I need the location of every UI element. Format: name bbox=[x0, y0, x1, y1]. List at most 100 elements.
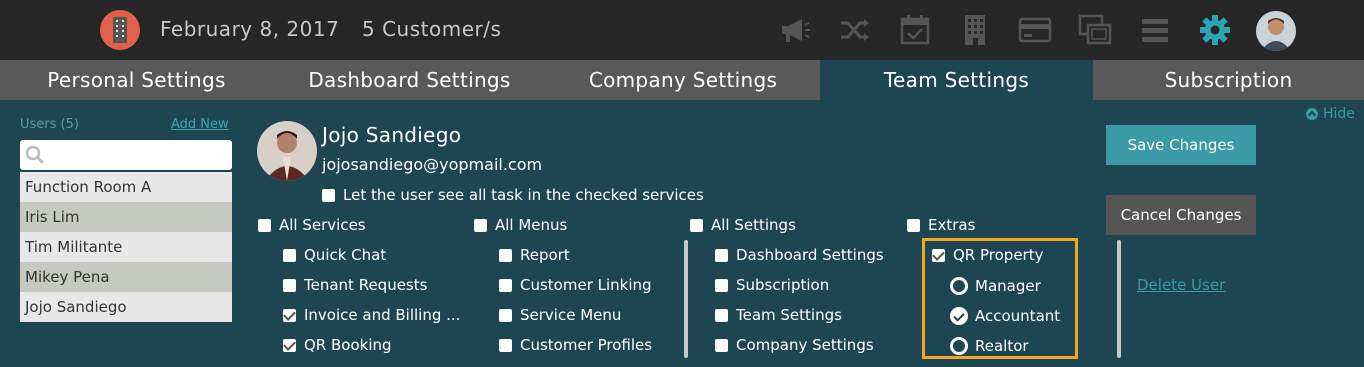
checkbox-box[interactable] bbox=[499, 278, 512, 292]
setting-subscription[interactable]: Subscription bbox=[715, 276, 829, 294]
delete-user-link[interactable]: Delete User bbox=[1137, 276, 1225, 294]
checkbox-label: All Menus bbox=[495, 216, 568, 234]
checkbox-box[interactable] bbox=[283, 278, 296, 292]
checkbox-box[interactable] bbox=[258, 218, 271, 232]
users-title: Users (5) bbox=[20, 117, 79, 132]
search-icon bbox=[25, 145, 44, 164]
see-all-tasks-checkbox[interactable]: Let the user see all task in the checked… bbox=[322, 186, 704, 204]
list-item[interactable]: Tim Militante bbox=[20, 232, 232, 262]
selected-user-email: jojosandiego@yopmail.com bbox=[322, 155, 543, 174]
menu-icon[interactable] bbox=[1138, 13, 1172, 47]
selected-user-name: Jojo Sandiego bbox=[322, 123, 462, 147]
user-list: Function Room A Iris Lim Tim Militante M… bbox=[20, 172, 232, 322]
checkbox-box[interactable] bbox=[322, 188, 335, 202]
megaphone-icon[interactable] bbox=[778, 13, 812, 47]
setting-company-settings[interactable]: Company Settings bbox=[715, 336, 874, 354]
service-invoice-billing[interactable]: Invoice and Billing ... bbox=[283, 306, 460, 324]
radio-button[interactable] bbox=[950, 277, 968, 295]
building-icon[interactable] bbox=[958, 13, 992, 47]
extras-checkbox[interactable]: Extras bbox=[907, 216, 975, 234]
all-settings-checkbox[interactable]: All Settings bbox=[690, 216, 796, 234]
checkbox-box[interactable] bbox=[690, 218, 703, 232]
shuffle-icon[interactable] bbox=[838, 13, 872, 47]
menu-customer-profiles[interactable]: Customer Profiles bbox=[499, 336, 652, 354]
checkbox-label: Customer Linking bbox=[520, 276, 652, 294]
selected-user-avatar bbox=[257, 121, 317, 181]
menus-scrollbar[interactable] bbox=[684, 240, 688, 358]
cancel-changes-button[interactable]: Cancel Changes bbox=[1106, 195, 1256, 235]
setting-dashboard-settings[interactable]: Dashboard Settings bbox=[715, 246, 884, 264]
role-realtor-radio[interactable]: Realtor bbox=[950, 337, 1029, 355]
logo-building-icon[interactable] bbox=[100, 10, 140, 50]
checkbox-label: Extras bbox=[928, 216, 976, 234]
see-all-tasks-label: Let the user see all task in the checked… bbox=[343, 186, 704, 204]
qr-property-checkbox[interactable]: QR Property bbox=[932, 246, 1043, 264]
hide-label: Hide bbox=[1323, 106, 1355, 122]
current-date: February 8, 2017 bbox=[160, 17, 340, 41]
radio-label: Manager bbox=[975, 277, 1041, 295]
top-bar: February 8, 2017 5 Customer/s bbox=[0, 0, 1364, 60]
extras-scrollbar[interactable] bbox=[1117, 240, 1121, 358]
tab-company-settings[interactable]: Company Settings bbox=[546, 60, 820, 100]
service-qr-booking[interactable]: QR Booking bbox=[283, 336, 392, 354]
menu-customer-linking[interactable]: Customer Linking bbox=[499, 276, 652, 294]
checkbox-label: Company Settings bbox=[736, 336, 874, 354]
menu-service-menu[interactable]: Service Menu bbox=[499, 306, 621, 324]
checkbox-box[interactable] bbox=[474, 218, 487, 232]
settings-tabs: Personal Settings Dashboard Settings Com… bbox=[0, 60, 1364, 100]
setting-team-settings[interactable]: Team Settings bbox=[715, 306, 842, 324]
radio-label: Accountant bbox=[975, 307, 1061, 325]
checkbox-box[interactable] bbox=[715, 248, 728, 262]
calendar-check-icon[interactable] bbox=[898, 13, 932, 47]
list-item[interactable]: Mikey Pena bbox=[20, 262, 232, 292]
tab-dashboard-settings[interactable]: Dashboard Settings bbox=[273, 60, 546, 100]
checkbox-label: Team Settings bbox=[736, 306, 842, 324]
gear-icon[interactable] bbox=[1198, 13, 1232, 47]
add-new-link[interactable]: Add New bbox=[171, 117, 229, 132]
tab-personal-settings[interactable]: Personal Settings bbox=[0, 60, 273, 100]
checkbox-label: Subscription bbox=[736, 276, 830, 294]
list-item[interactable]: Jojo Sandiego bbox=[20, 292, 232, 322]
checkbox-box[interactable] bbox=[283, 338, 296, 352]
checkbox-box[interactable] bbox=[715, 308, 728, 322]
service-quick-chat[interactable]: Quick Chat bbox=[283, 246, 386, 264]
list-item[interactable]: Iris Lim bbox=[20, 202, 232, 232]
radio-label: Realtor bbox=[975, 337, 1029, 355]
save-changes-button[interactable]: Save Changes bbox=[1106, 125, 1256, 165]
user-search-input[interactable] bbox=[20, 140, 232, 170]
checkbox-label: Report bbox=[520, 246, 570, 264]
checkbox-box[interactable] bbox=[499, 338, 512, 352]
radio-button[interactable] bbox=[950, 307, 968, 325]
checkbox-label: Quick Chat bbox=[304, 246, 387, 264]
checkbox-box[interactable] bbox=[499, 308, 512, 322]
checkbox-label: QR Booking bbox=[304, 336, 392, 354]
user-avatar[interactable] bbox=[1256, 11, 1296, 51]
checkbox-box[interactable] bbox=[283, 308, 296, 322]
role-manager-radio[interactable]: Manager bbox=[950, 277, 1041, 295]
tab-subscription[interactable]: Subscription bbox=[1093, 60, 1364, 100]
hide-toggle[interactable]: Hide bbox=[1306, 106, 1355, 122]
list-item[interactable]: Function Room A bbox=[20, 172, 232, 202]
all-menus-checkbox[interactable]: All Menus bbox=[474, 216, 567, 234]
credit-card-icon[interactable] bbox=[1018, 13, 1052, 47]
checkbox-box[interactable] bbox=[499, 248, 512, 262]
checkbox-label: All Services bbox=[279, 216, 366, 234]
checkbox-label: QR Property bbox=[953, 246, 1044, 264]
radio-button[interactable] bbox=[950, 337, 968, 355]
checkbox-label: Customer Profiles bbox=[520, 336, 653, 354]
checkbox-box[interactable] bbox=[283, 248, 296, 262]
checkbox-box[interactable] bbox=[715, 338, 728, 352]
menu-report[interactable]: Report bbox=[499, 246, 570, 264]
checkbox-label: Service Menu bbox=[520, 306, 622, 324]
checkbox-label: Invoice and Billing ... bbox=[304, 306, 461, 324]
customer-count: 5 Customer/s bbox=[362, 17, 502, 41]
chevron-up-icon bbox=[1306, 108, 1318, 120]
tab-team-settings[interactable]: Team Settings bbox=[820, 60, 1093, 100]
role-accountant-radio[interactable]: Accountant bbox=[950, 307, 1060, 325]
screens-icon[interactable] bbox=[1078, 13, 1112, 47]
checkbox-box[interactable] bbox=[715, 278, 728, 292]
all-services-checkbox[interactable]: All Services bbox=[258, 216, 366, 234]
checkbox-box[interactable] bbox=[907, 218, 920, 232]
checkbox-box[interactable] bbox=[932, 248, 945, 262]
service-tenant-requests[interactable]: Tenant Requests bbox=[283, 276, 427, 294]
